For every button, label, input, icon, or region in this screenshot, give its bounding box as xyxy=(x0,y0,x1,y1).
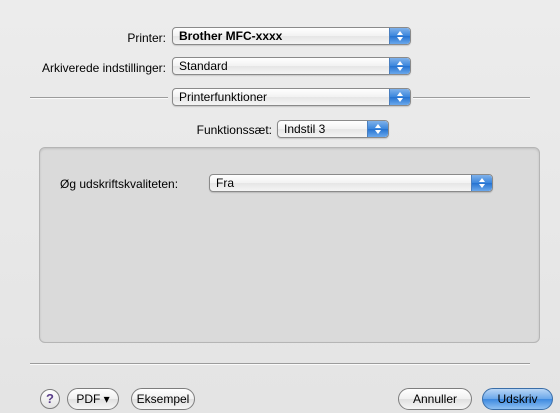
popup-arrows-icon xyxy=(389,28,410,44)
feature-set-popup[interactable]: Indstil 3 xyxy=(277,120,389,138)
printer-popup[interactable]: Brother MFC-xxxx xyxy=(172,27,411,45)
print-dialog: Printer: Brother MFC-xxxx Arkiverede ind… xyxy=(0,0,560,413)
print-button[interactable]: Udskriv xyxy=(482,388,553,410)
printer-label: Printer: xyxy=(127,31,166,45)
quality-label: Øg udskriftskvaliteten: xyxy=(60,177,179,191)
popup-arrows-icon xyxy=(389,89,410,105)
help-button[interactable]: ? xyxy=(40,389,60,409)
presets-label: Arkiverede indstillinger: xyxy=(41,61,166,75)
options-panel: Øg udskriftskvaliteten: Fra xyxy=(39,147,540,343)
feature-set-label: Funktionssæt: xyxy=(196,123,272,137)
feature-set-value: Indstil 3 xyxy=(284,122,326,136)
popup-arrows-icon xyxy=(389,58,410,74)
printer-value: Brother MFC-xxxx xyxy=(179,29,283,43)
presets-value: Standard xyxy=(179,59,228,73)
popup-arrows-icon xyxy=(471,175,492,191)
bottom-divider xyxy=(30,363,530,365)
quality-popup[interactable]: Fra xyxy=(209,174,493,192)
quality-value: Fra xyxy=(216,176,234,190)
presets-popup[interactable]: Standard xyxy=(172,57,411,75)
pdf-button[interactable]: PDF ▾ xyxy=(67,388,119,410)
popup-arrows-icon xyxy=(367,121,388,137)
pane-popup[interactable]: Printerfunktioner xyxy=(172,88,411,106)
cancel-button[interactable]: Annuller xyxy=(398,388,472,410)
pane-value: Printerfunktioner xyxy=(179,90,268,104)
top-divider-right xyxy=(413,97,530,99)
top-divider-left xyxy=(30,97,168,99)
preview-button[interactable]: Eksempel xyxy=(131,388,195,410)
